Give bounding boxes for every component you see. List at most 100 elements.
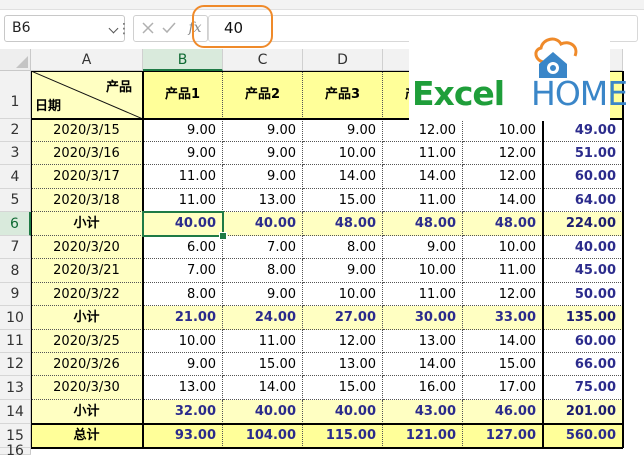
value-cell[interactable]: 21.00	[143, 306, 223, 330]
row-total-cell[interactable]: 45.00	[543, 259, 623, 283]
value-cell[interactable]: 12.00	[463, 165, 543, 189]
row-total-cell[interactable]: 75.00	[543, 376, 623, 400]
value-cell[interactable]: 8.00	[303, 236, 383, 259]
value-cell[interactable]: 27.00	[303, 306, 383, 330]
active-cell-selection[interactable]	[142, 211, 224, 237]
row-total-cell[interactable]: 40.00	[543, 236, 623, 259]
row-header-3[interactable]: 3	[0, 142, 31, 165]
value-cell[interactable]: 48.00	[383, 212, 463, 236]
value-cell[interactable]: 11.00	[383, 142, 463, 165]
date-cell[interactable]: 2020/3/30	[31, 376, 143, 400]
value-cell[interactable]: 7.00	[143, 259, 223, 283]
value-cell[interactable]: 46.00	[463, 400, 543, 424]
value-cell[interactable]: 12.00	[463, 283, 543, 306]
column-header-a[interactable]: A	[31, 49, 143, 71]
row-header-13[interactable]: 13	[0, 376, 31, 400]
value-cell[interactable]: 12.00	[463, 142, 543, 165]
value-cell[interactable]: 13.00	[143, 376, 223, 400]
value-cell[interactable]: 10.00	[303, 283, 383, 306]
value-cell[interactable]: 24.00	[223, 306, 303, 330]
row-header-7[interactable]: 7	[0, 236, 31, 259]
value-cell[interactable]: 10.00	[303, 142, 383, 165]
value-cell[interactable]: 14.00	[463, 189, 543, 212]
row-header-9[interactable]: 9	[0, 283, 31, 306]
check-icon[interactable]	[160, 19, 178, 37]
row-header-5[interactable]: 5	[0, 189, 31, 212]
value-cell[interactable]: 12.00	[303, 330, 383, 353]
value-cell[interactable]: 13.00	[383, 330, 463, 353]
subtotal-label[interactable]: 小计	[31, 400, 143, 424]
value-cell[interactable]: 14.00	[383, 165, 463, 189]
date-cell[interactable]: 2020/3/17	[31, 165, 143, 189]
value-cell[interactable]: 48.00	[303, 212, 383, 236]
value-cell[interactable]: 14.00	[383, 353, 463, 376]
fill-handle[interactable]	[219, 232, 227, 240]
value-cell[interactable]: 40.00	[223, 212, 303, 236]
row-header-16[interactable]: 16	[0, 444, 31, 458]
row-total-cell[interactable]: 135.00	[543, 306, 623, 330]
value-cell[interactable]: 10.00	[463, 236, 543, 259]
row-total-cell[interactable]: 560.00	[543, 424, 623, 448]
row-total-cell[interactable]: 66.00	[543, 353, 623, 376]
date-cell[interactable]: 2020/3/22	[31, 283, 143, 306]
value-cell[interactable]: 17.00	[463, 376, 543, 400]
row-header-6[interactable]: 6	[0, 212, 31, 236]
subtotal-label[interactable]: 小计	[31, 306, 143, 330]
value-cell[interactable]: 121.00	[383, 424, 463, 448]
header-diagonal-cell[interactable]: 产品 日期	[31, 71, 143, 119]
product-header-1[interactable]: 产品1	[143, 71, 223, 119]
value-cell[interactable]: 12.00	[383, 119, 463, 142]
value-cell[interactable]: 6.00	[143, 236, 223, 259]
value-cell[interactable]: 13.00	[303, 353, 383, 376]
row-total-cell[interactable]: 49.00	[543, 119, 623, 142]
value-cell[interactable]: 9.00	[223, 119, 303, 142]
row-header-11[interactable]: 11	[0, 330, 31, 353]
value-cell[interactable]: 48.00	[463, 212, 543, 236]
value-cell[interactable]: 11.00	[143, 189, 223, 212]
date-cell[interactable]: 2020/3/21	[31, 259, 143, 283]
value-cell[interactable]: 11.00	[143, 165, 223, 189]
select-all-corner[interactable]	[0, 49, 31, 71]
value-cell[interactable]: 10.00	[463, 119, 543, 142]
product-header-3[interactable]: 产品3	[303, 71, 383, 119]
row-header-12[interactable]: 12	[0, 353, 31, 376]
column-header-b[interactable]: B	[143, 49, 223, 71]
value-cell[interactable]: 43.00	[383, 400, 463, 424]
value-cell[interactable]: 11.00	[223, 330, 303, 353]
value-cell[interactable]: 10.00	[383, 259, 463, 283]
value-cell[interactable]: 30.00	[383, 306, 463, 330]
value-cell[interactable]: 11.00	[383, 189, 463, 212]
date-cell[interactable]: 2020/3/15	[31, 119, 143, 142]
date-cell[interactable]: 2020/3/20	[31, 236, 143, 259]
value-cell[interactable]: 9.00	[143, 142, 223, 165]
value-cell[interactable]: 14.00	[223, 376, 303, 400]
value-cell[interactable]: 40.00	[303, 400, 383, 424]
value-cell[interactable]: 15.00	[303, 189, 383, 212]
row-total-cell[interactable]: 224.00	[543, 212, 623, 236]
row-header-10[interactable]: 10	[0, 306, 31, 330]
value-cell[interactable]: 9.00	[303, 119, 383, 142]
row-total-cell[interactable]: 60.00	[543, 165, 623, 189]
name-box[interactable]: B6	[4, 15, 125, 42]
value-cell[interactable]: 9.00	[143, 119, 223, 142]
row-header-4[interactable]: 4	[0, 165, 31, 189]
value-cell[interactable]: 93.00	[143, 424, 223, 448]
value-cell[interactable]: 115.00	[303, 424, 383, 448]
value-cell[interactable]: 16.00	[383, 376, 463, 400]
value-cell[interactable]: 15.00	[303, 376, 383, 400]
total-label[interactable]: 总计	[31, 424, 143, 448]
value-cell[interactable]: 9.00	[383, 236, 463, 259]
date-cell[interactable]: 2020/3/16	[31, 142, 143, 165]
row-header-14[interactable]: 14	[0, 400, 31, 424]
value-cell[interactable]: 9.00	[303, 259, 383, 283]
value-cell[interactable]: 9.00	[223, 165, 303, 189]
row-header-2[interactable]: 2	[0, 119, 31, 142]
value-cell[interactable]: 40.00	[223, 400, 303, 424]
value-cell[interactable]: 127.00	[463, 424, 543, 448]
value-cell[interactable]: 11.00	[383, 283, 463, 306]
row-header-1[interactable]: 1	[0, 71, 31, 119]
value-cell[interactable]: 8.00	[143, 283, 223, 306]
value-cell[interactable]: 9.00	[223, 283, 303, 306]
value-cell[interactable]: 8.00	[223, 259, 303, 283]
more-options-icon[interactable]: ⋮	[117, 19, 131, 39]
